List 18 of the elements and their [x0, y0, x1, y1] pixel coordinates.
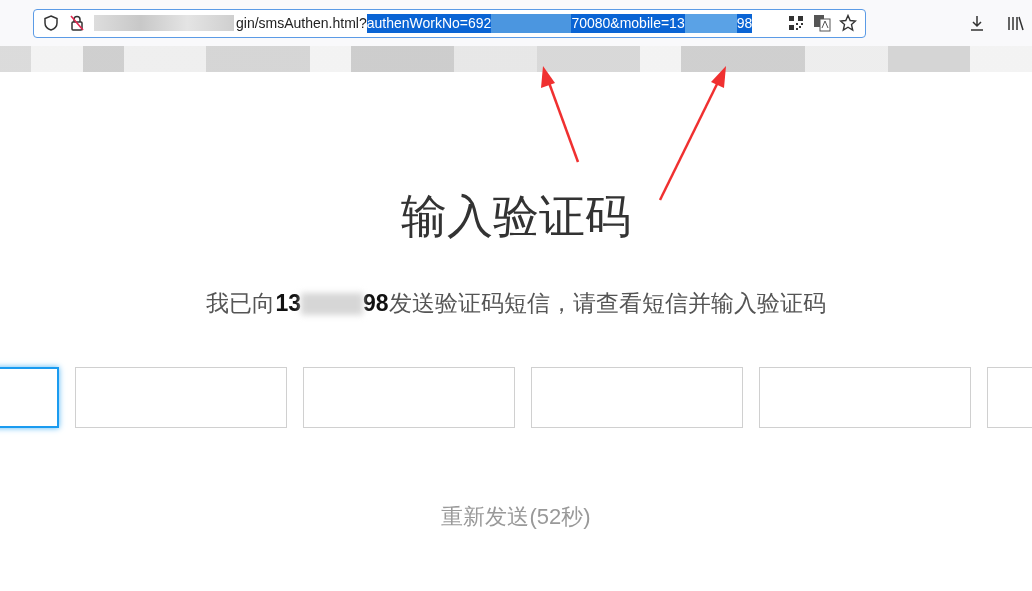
message-text: 我已向13	[206, 289, 301, 318]
code-input-field[interactable]	[758, 367, 971, 428]
download-icon[interactable]	[968, 14, 986, 32]
translate-icon[interactable]	[813, 14, 831, 32]
page-title: 输入验证码	[401, 189, 631, 244]
library-icon[interactable]	[1006, 14, 1024, 32]
shield-icon[interactable]	[42, 14, 60, 32]
code-input-field[interactable]	[530, 367, 743, 428]
code-input-field[interactable]	[74, 367, 287, 428]
blurred-text	[684, 13, 737, 33]
code-input-field[interactable]	[302, 367, 515, 428]
blurred-text	[301, 292, 363, 315]
selected-url-text: 70080&mobile=13	[571, 13, 685, 33]
crossed-lock-icon[interactable]	[68, 14, 86, 32]
message-text: 98发送验证码短信，请查看短信并输入验证码	[363, 289, 826, 318]
url-text: gin/smsAuthen.html?	[236, 15, 367, 31]
qr-code-icon[interactable]	[787, 14, 805, 32]
star-icon[interactable]	[839, 14, 857, 32]
